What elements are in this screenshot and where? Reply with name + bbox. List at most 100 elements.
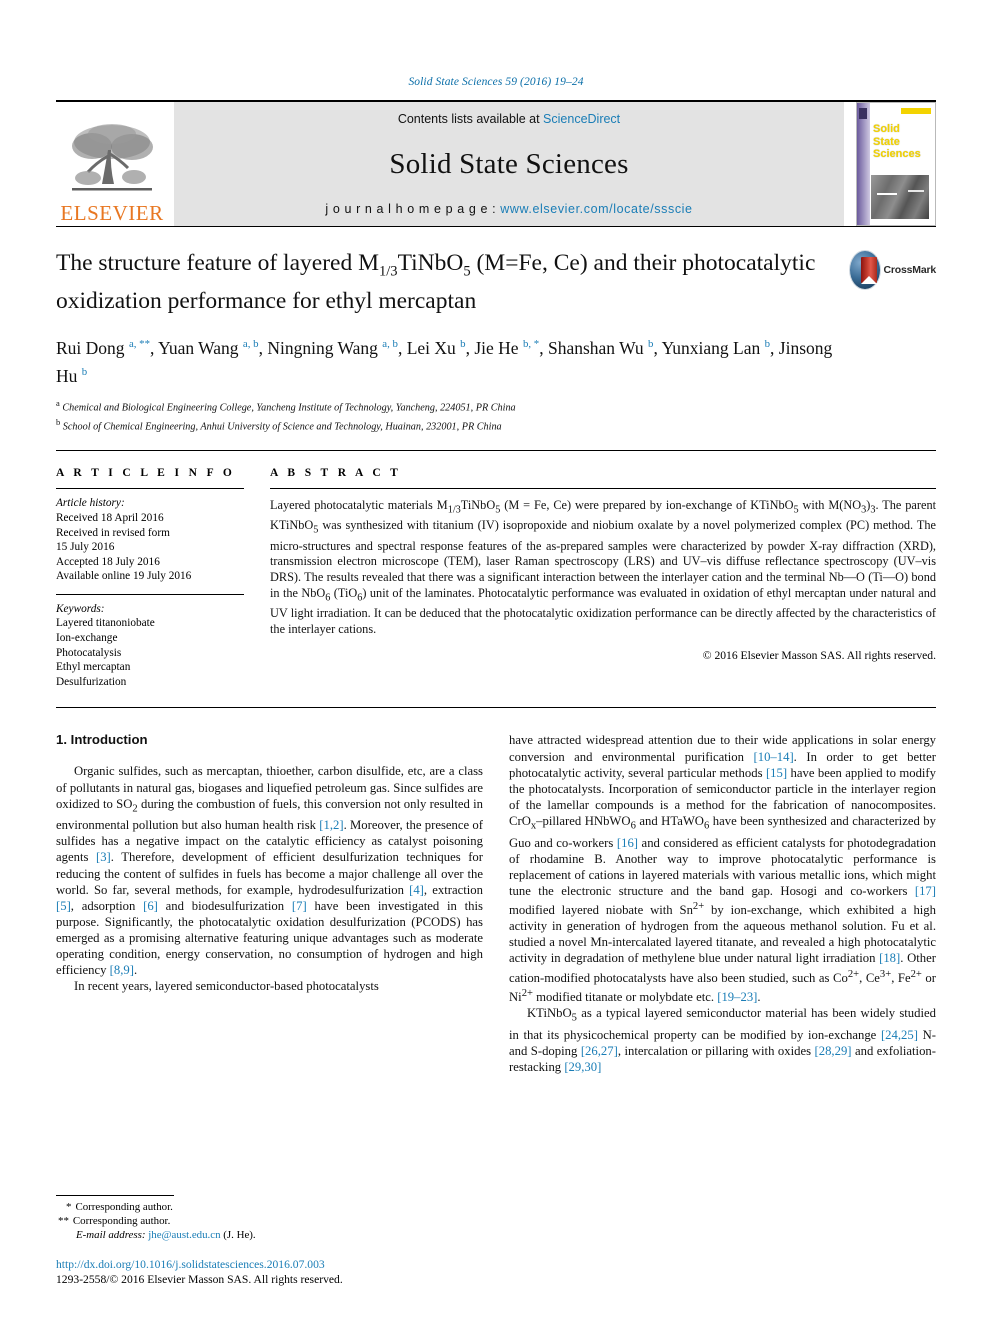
abstract-copyright: © 2016 Elsevier Masson SAS. All rights r… <box>702 649 936 663</box>
elsevier-wordmark: ELSEVIER <box>60 201 164 225</box>
history-item: Accepted 18 July 2016 <box>56 555 160 568</box>
citation-link[interactable]: [3] <box>96 850 111 864</box>
banner-center: Contents lists available at ScienceDirec… <box>174 102 844 226</box>
doi-block: http://dx.doi.org/10.1016/j.solidstatesc… <box>56 1258 483 1287</box>
author-affil-mark: a, b <box>382 337 398 350</box>
footnote-marker-double-star: ** <box>58 1215 69 1227</box>
citation-link[interactable]: [4] <box>409 883 424 897</box>
citation-link[interactable]: [19–23] <box>717 990 757 1004</box>
affiliation-a-text: Chemical and Biological Engineering Coll… <box>62 402 516 414</box>
journal-banner: ELSEVIER Contents lists available at Sci… <box>56 100 936 226</box>
footnote-corresponding-1-text: Corresponding author. <box>75 1201 173 1213</box>
citation-link[interactable]: [18] <box>879 951 900 965</box>
body-columns: 1. Introduction Organic sulfides, such a… <box>56 732 936 1075</box>
author-affil-mark: b, * <box>522 337 540 350</box>
cover-title-line-2: State <box>873 135 900 148</box>
abstract-column: A B S T R A C T Layered photocatalytic m… <box>270 467 936 689</box>
contents-list-line: Contents lists available at ScienceDirec… <box>398 112 620 126</box>
footnote-rule <box>56 1195 174 1196</box>
page-title: The structure feature of layered M1/3TiN… <box>56 249 816 316</box>
keyword-item: Desulfurization <box>56 675 127 688</box>
cover-spine-mark <box>859 108 867 119</box>
title-subscript-2: 5 <box>463 263 471 280</box>
keywords-label: Keywords: <box>56 602 105 615</box>
abstract-text: Layered photocatalytic materials M1/3TiN… <box>270 498 937 636</box>
cover-spine <box>857 103 870 225</box>
citation-link[interactable]: [7] <box>292 899 307 913</box>
author-affil-mark: a, b <box>242 337 259 350</box>
contents-prefix: Contents lists available at <box>397 112 544 126</box>
citation-link[interactable]: [8,9] <box>110 963 134 977</box>
email-owner: (J. He). <box>223 1229 256 1241</box>
title-block: The structure feature of layered M1/3TiN… <box>56 227 936 434</box>
affiliation-b-text: School of Chemical Engineering, Anhui Un… <box>62 421 502 433</box>
citation-link[interactable]: [15] <box>766 766 787 780</box>
article-info-heading: A R T I C L E I N F O <box>56 467 236 480</box>
intro-paragraph-4: KTiNbO5 as a typical layered semiconduct… <box>509 1006 936 1074</box>
info-abstract-region: A R T I C L E I N F O Article history: R… <box>56 450 936 689</box>
running-head: Solid State Sciences 59 (2016) 19–24 <box>408 76 584 88</box>
keyword-item: Layered titanoniobate <box>56 617 155 630</box>
crossmark-icon <box>850 251 880 289</box>
title-part-2: TiNbO <box>397 250 464 276</box>
article-history-block: Article history: Received 18 April 2016 … <box>56 489 244 584</box>
journal-homepage-line: j o u r n a l h o m e p a g e : www.else… <box>325 202 692 216</box>
citation-link[interactable]: [5] <box>56 899 71 913</box>
keyword-item: Ion-exchange <box>56 632 118 645</box>
cover-micrograph-image <box>871 175 929 219</box>
citation-link[interactable]: [26,27] <box>581 1044 618 1058</box>
citation-link[interactable]: [24,25] <box>881 1028 918 1042</box>
intro-paragraph-1: Organic sulfides, such as mercaptan, thi… <box>56 764 483 978</box>
citation-link[interactable]: [10–14] <box>754 750 794 764</box>
crossmark-label: CrossMark <box>883 264 937 276</box>
author-affil-mark: b <box>764 337 771 350</box>
affiliation-b: b School of Chemical Engineering, Anhui … <box>56 416 936 434</box>
crossmark-badge[interactable]: CrossMark <box>850 249 936 291</box>
footnote-email-line: E-mail address: jhe@aust.edu.cn (J. He). <box>56 1228 483 1242</box>
footnote-corresponding-1: * Corresponding author. <box>56 1200 483 1214</box>
article-info-column: A R T I C L E I N F O Article history: R… <box>56 467 244 689</box>
keywords-block: Keywords: Layered titanoniobate Ion-exch… <box>56 595 244 690</box>
elsevier-tree-icon <box>72 124 153 191</box>
cover-title: Solid State Sciences <box>873 123 921 161</box>
affiliation-marker-b: b <box>56 417 61 428</box>
title-part-1: The structure feature of layered M <box>56 250 379 276</box>
homepage-prefix: j o u r n a l h o m e p a g e : <box>325 202 501 216</box>
elsevier-logo: ELSEVIER <box>56 102 168 226</box>
title-subscript-1: 1/3 <box>378 263 398 280</box>
crossmark-book-shape <box>861 257 877 284</box>
citation-link[interactable]: [29,30] <box>564 1060 601 1074</box>
author-affil-mark: b <box>81 365 88 378</box>
author-affil-mark: b <box>648 337 654 350</box>
article-page: Solid State Sciences 59 (2016) 19–24 ELS… <box>0 0 992 1323</box>
issn-copyright-line: 1293-2558/© 2016 Elsevier Masson SAS. Al… <box>56 1273 343 1286</box>
keyword-item: Ethyl mercaptan <box>56 661 131 674</box>
abstract-heading: A B S T R A C T <box>270 467 402 480</box>
footnote-corresponding-2: ** Corresponding author. <box>56 1214 483 1228</box>
intro-paragraph-2: In recent years, layered semiconductor-b… <box>74 979 379 994</box>
citation-link[interactable]: [6] <box>143 899 158 913</box>
author-list: Rui Dong a, **, Yuan Wang a, b, Ningning… <box>56 337 833 386</box>
cover-top-tag <box>901 108 931 114</box>
footnote-region: * Corresponding author. ** Corresponding a… <box>56 1195 483 1287</box>
history-item: Available online 19 July 2016 <box>56 570 192 583</box>
body-right-column: have attracted widespread attention due … <box>509 732 936 1075</box>
body-left-column: 1. Introduction Organic sulfides, such a… <box>56 732 483 1075</box>
author-affil-mark: b <box>460 337 466 350</box>
history-item: 15 July 2016 <box>56 541 115 554</box>
sciencedirect-link[interactable]: ScienceDirect <box>543 112 620 126</box>
citation-link[interactable]: [17] <box>915 884 936 898</box>
citation-link[interactable]: [16] <box>617 836 638 850</box>
citation-link[interactable]: [1,2] <box>319 818 343 832</box>
email-address-label: E-mail address: <box>76 1229 146 1241</box>
history-item: Received 18 April 2016 <box>56 511 164 524</box>
citation-link[interactable]: [28,29] <box>815 1044 852 1058</box>
keyword-item: Photocatalysis <box>56 646 122 659</box>
email-link[interactable]: jhe@aust.edu.cn <box>148 1229 220 1241</box>
journal-title: Solid State Sciences <box>389 147 629 180</box>
history-item: Received in revised form <box>56 526 170 539</box>
homepage-url-link[interactable]: www.elsevier.com/locate/ssscie <box>500 202 692 216</box>
footnote-corresponding-2-text: Corresponding author. <box>72 1215 171 1227</box>
intro-paragraph-3: have attracted widespread attention due … <box>509 733 937 1005</box>
doi-link[interactable]: http://dx.doi.org/10.1016/j.solidstatesc… <box>56 1258 483 1272</box>
